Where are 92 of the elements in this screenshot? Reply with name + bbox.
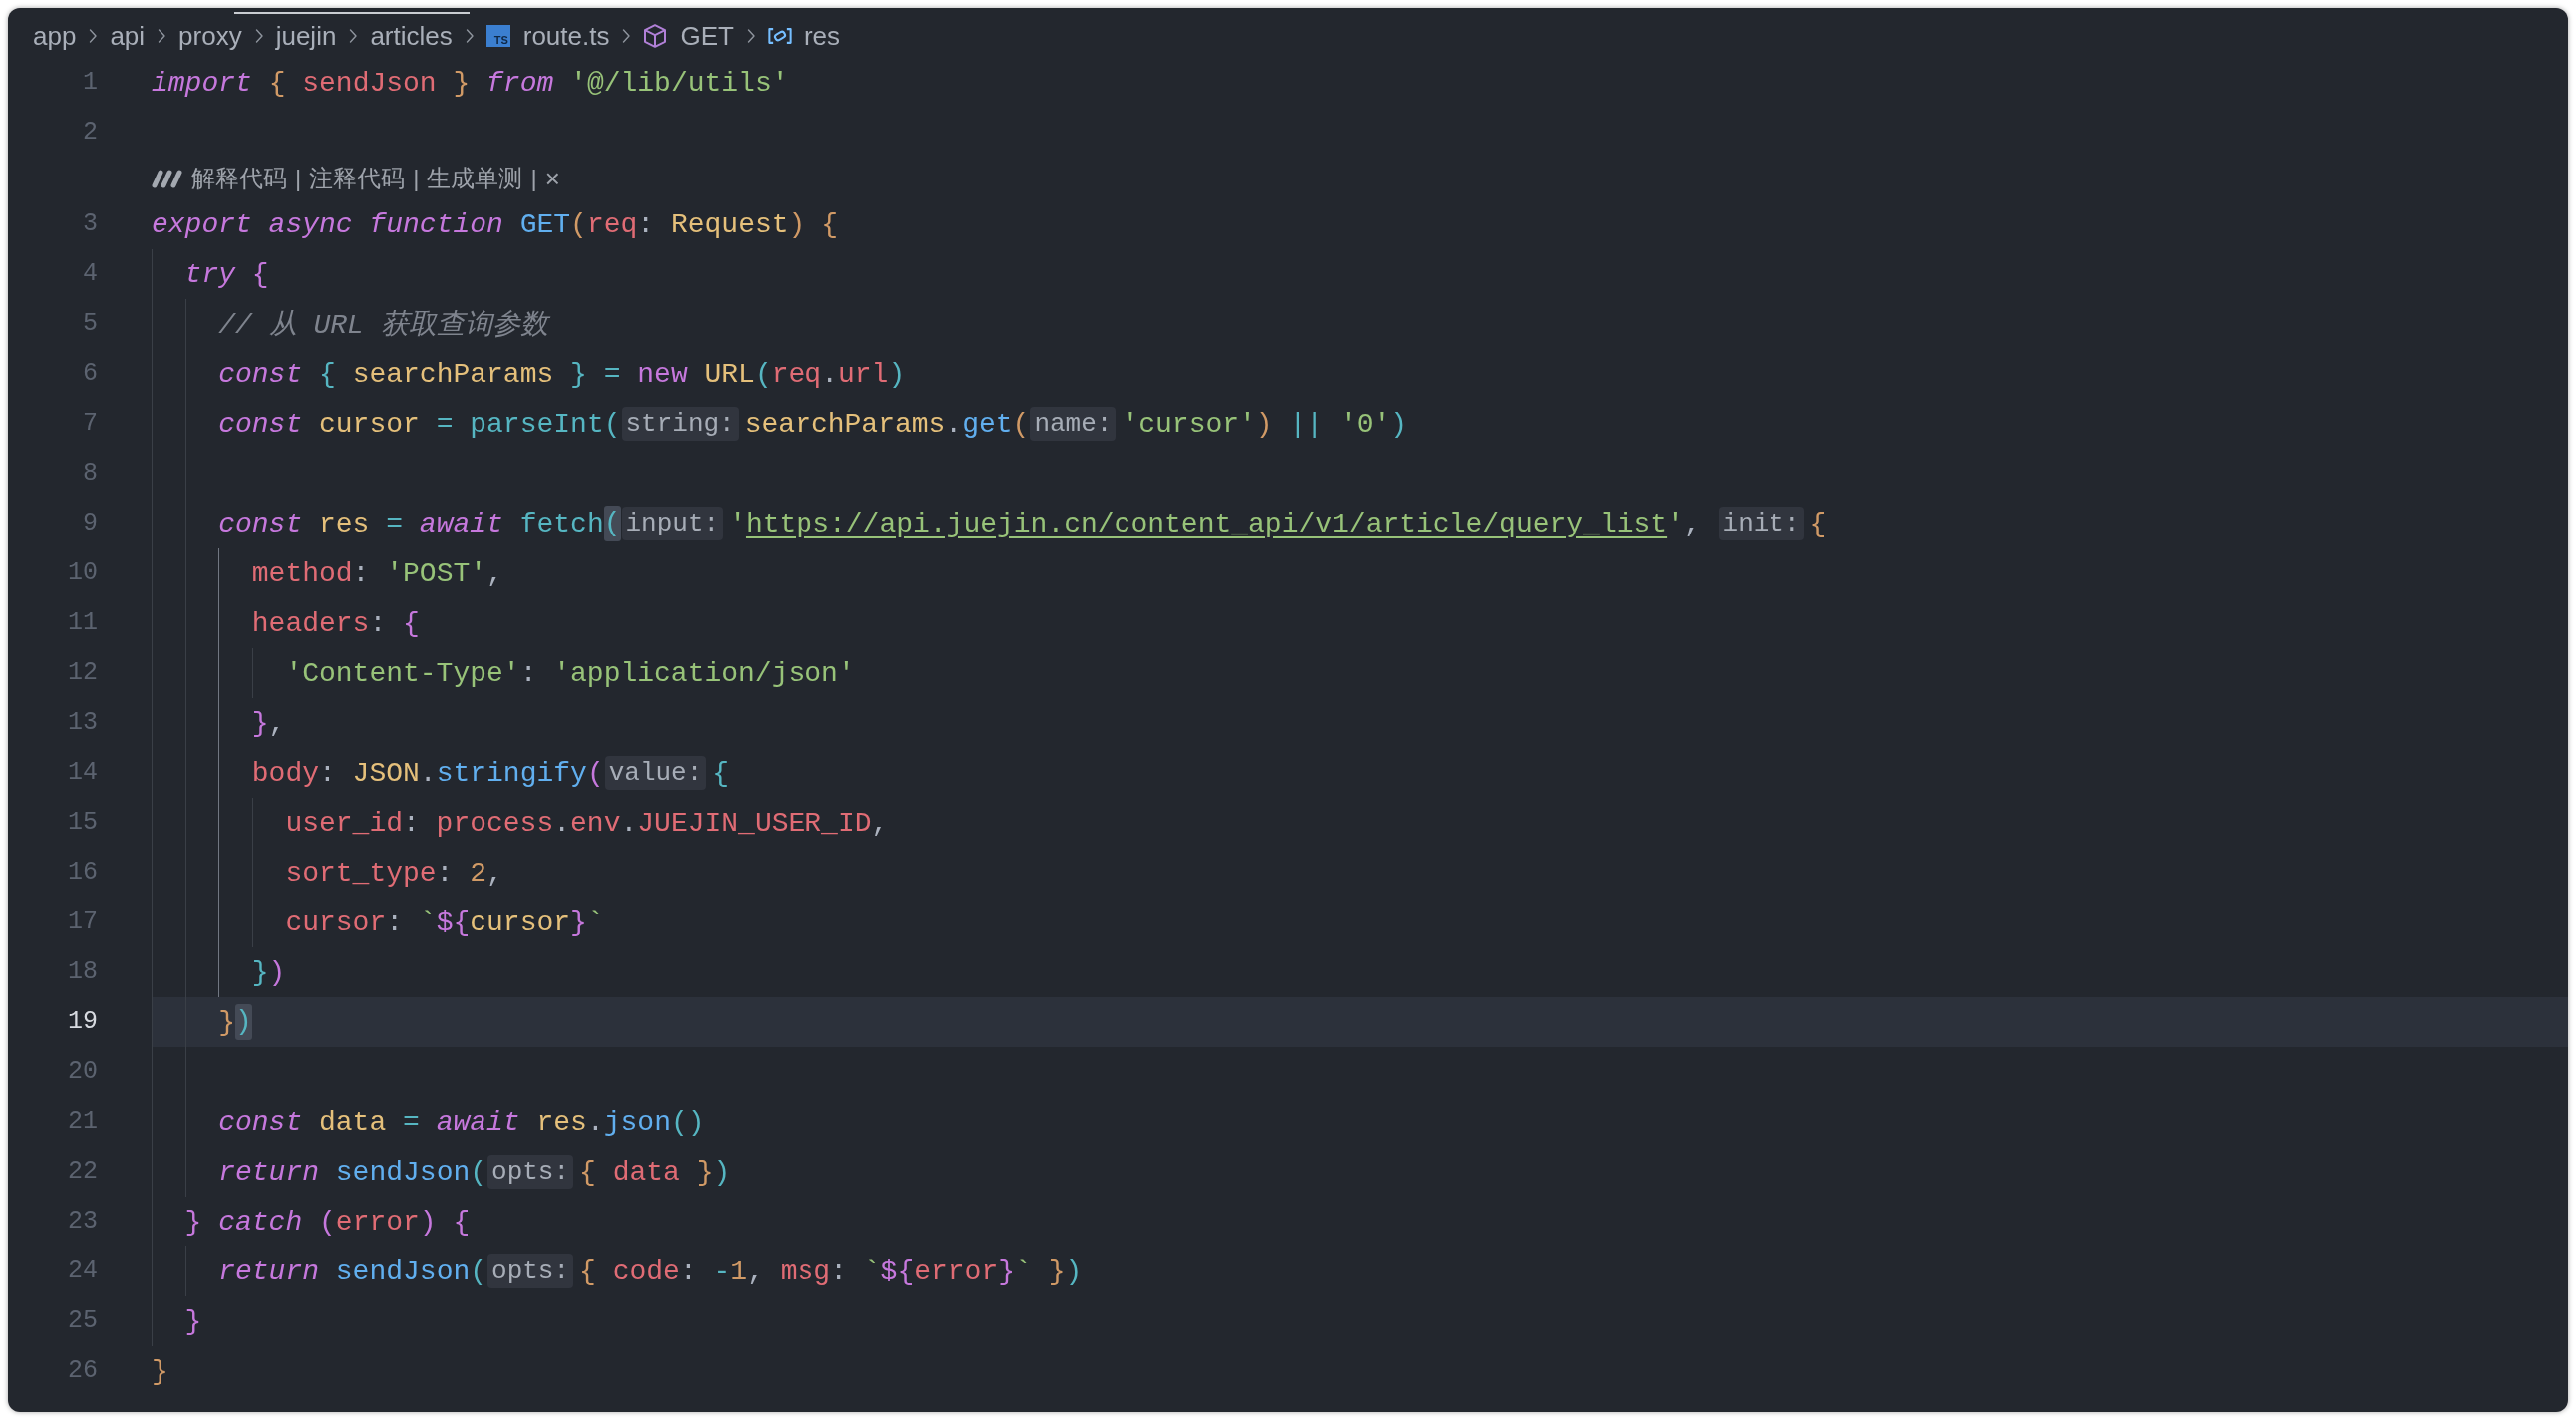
separator: | [295,165,302,192]
code-text: } [184,1305,202,1337]
code-text: user_id: process.env.JUEJIN_USER_ID, [285,807,889,839]
chevron-icon [88,28,99,44]
code-text: body: JSON.stringify( [251,757,604,789]
line-number: 16 [67,857,99,889]
line-number: 22 [67,1156,99,1188]
code-text: ', [1667,508,1702,539]
matched-bracket: ) [235,1004,252,1040]
line-number: 15 [67,807,99,839]
line-number: 5 [82,308,99,340]
code-text: ' [729,508,746,539]
breadcrumb-item[interactable]: app [33,20,77,52]
line-number: 25 [67,1305,99,1337]
line-number: 1 [82,67,99,99]
chevron-icon [157,28,167,44]
chevron-icon [621,28,632,44]
code-text: import { sendJson } from '@/lib/utils' [152,67,789,99]
logo-icon [152,169,183,188]
line-number: 4 [82,258,99,290]
code-text: return sendJson( [218,1156,487,1188]
line-number: 2 [82,117,99,149]
code-text: export async function GET(req: Request) { [152,208,838,240]
line-number: 13 [67,707,99,739]
breadcrumb-item[interactable]: articles [370,20,453,52]
code-text: const cursor = parseInt( [218,408,621,440]
line-number: 24 [67,1255,99,1287]
line-number: 11 [67,607,99,639]
code-text: }) [251,956,286,988]
line-number: 7 [82,408,99,440]
line-number: 26 [67,1355,99,1387]
line-number: 20 [67,1056,99,1088]
code-text: 'cursor') || '0') [1122,408,1408,440]
line-number: 3 [82,208,99,240]
code-text: { [712,757,730,789]
breadcrumb-item[interactable]: TS route.ts [485,20,610,52]
codelens-link[interactable]: 解释代码 [191,163,287,194]
code-text: } [152,1355,168,1387]
line-number: 14 [67,757,99,789]
inlay-hint: opts: [487,1155,574,1189]
line-number: 17 [67,906,99,938]
breadcrumb-item[interactable]: api [110,20,146,52]
inlay-hint: value: [604,756,707,790]
url-link[interactable]: https://api.juejin.cn/content_api/v1/article/query_list [745,508,1668,539]
code-text: try { [184,258,269,290]
code-text: return sendJson( [218,1255,487,1287]
code-text: const { searchParams } = new URL(req.url) [218,358,906,390]
breadcrumb-item[interactable]: juejin [275,20,337,52]
separator: | [413,165,420,192]
line-number: 9 [82,508,99,539]
code-text: cursor: `${cursor}` [285,906,604,938]
close-button[interactable]: × [544,163,560,194]
ts-file-icon: TS [485,25,510,47]
inlay-hint: init: [1718,507,1804,540]
code-text: }, [251,707,286,739]
line-number: 6 [82,358,99,390]
chevron-icon [348,28,359,44]
line-number: 8 [82,458,99,490]
code-text: // 从 URL 获取查询参数 [218,309,548,343]
inlay-hint: name: [1030,407,1117,441]
matched-bracket: ( [603,506,621,541]
breadcrumb-item[interactable]: res [767,20,841,52]
chevron-icon [464,28,475,44]
codelens-link[interactable]: 注释代码 [309,163,406,194]
breadcrumb-item[interactable]: proxy [178,20,242,52]
chevron-icon [745,28,756,44]
line-number: 23 [67,1206,99,1238]
code-text: headers: { [251,607,420,639]
line-number: 19 [67,1006,99,1038]
inlay-hint: opts: [487,1254,574,1288]
separator: | [530,165,537,192]
code-text: { data }) [579,1156,731,1188]
code-text: { [1809,508,1827,539]
code-text: { code: -1, msg: `${error}` }) [579,1255,1083,1287]
inlay-hint: string: [621,407,739,441]
inlay-hint: input: [621,507,724,540]
code-text: sort_type: 2, [285,857,503,889]
code-text: const data = await res.json() [218,1106,705,1138]
codelens-link[interactable]: 生成单测 [427,163,523,194]
code-text: searchParams.get( [744,408,1030,440]
line-number: 21 [67,1106,99,1138]
line-number: 18 [67,956,99,988]
code-text: } catch (error) { [184,1206,471,1238]
line-number: 10 [67,557,99,589]
cube-icon [643,24,668,48]
chevron-icon [253,28,264,44]
code-text: 'Content-Type': 'application/json' [285,657,855,689]
code-text: method: 'POST', [251,557,503,589]
breadcrumb-item[interactable]: GET [643,20,734,52]
code-text: const res = await fetch [218,508,604,539]
code-text: } [218,1006,235,1038]
line-number: 12 [67,657,99,689]
